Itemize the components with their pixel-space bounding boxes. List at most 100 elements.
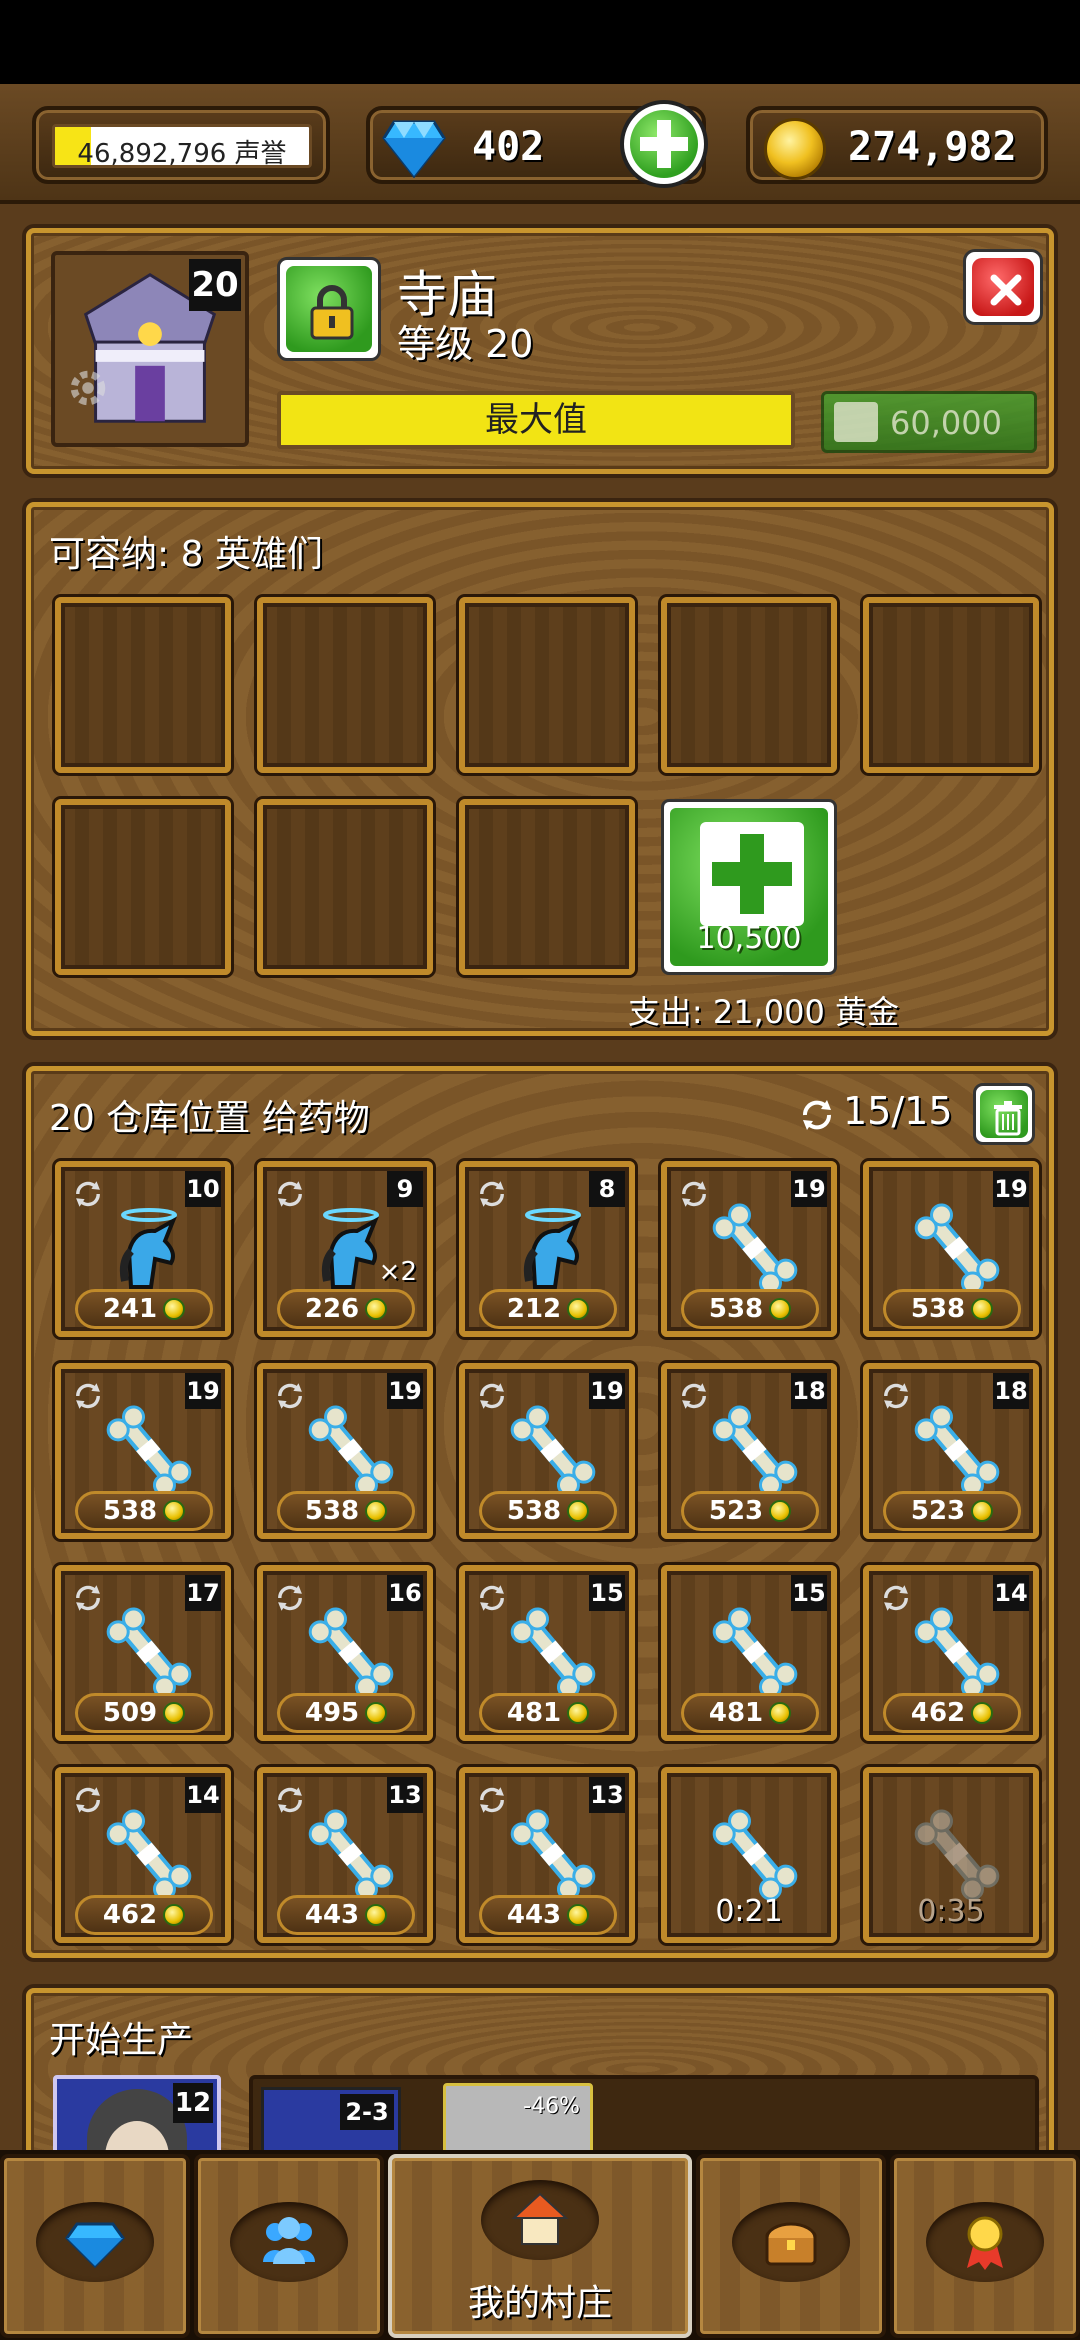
storage-item[interactable]: 15 481 xyxy=(661,1565,837,1741)
refresh-icon[interactable] xyxy=(475,1177,509,1211)
plus-icon xyxy=(834,402,878,442)
nav-tab-inventory[interactable] xyxy=(696,2154,886,2338)
hero-slot[interactable] xyxy=(257,597,433,773)
coin-icon xyxy=(163,1500,186,1522)
coin-icon xyxy=(365,1702,388,1724)
coin-icon xyxy=(163,1298,186,1320)
refresh-icon[interactable] xyxy=(71,1783,105,1817)
item-price-tag: 226 xyxy=(277,1289,415,1329)
storage-item[interactable]: 0:35 xyxy=(863,1767,1039,1943)
coin-icon xyxy=(971,1702,994,1724)
storage-item[interactable]: 9 226 ×2 xyxy=(257,1161,433,1337)
building-thumbnail[interactable]: 20 xyxy=(51,251,249,447)
item-level-badge: 18 xyxy=(791,1373,827,1409)
item-level-badge: 19 xyxy=(387,1373,423,1409)
refresh-icon[interactable] xyxy=(677,1379,711,1413)
hero-capacity-label: 可容纳: 8 英雄们 xyxy=(49,534,323,575)
building-panel: 20 寺庙 等级 20 最大值 60,000 xyxy=(26,228,1054,474)
item-price-tag: 443 xyxy=(277,1895,415,1935)
refresh-icon[interactable] xyxy=(475,1379,509,1413)
storage-item[interactable]: 17 509 xyxy=(55,1565,231,1741)
item-price-tag: 523 xyxy=(681,1491,819,1531)
item-price-tag: 462 xyxy=(75,1895,213,1935)
upgrade-cost: 60,000 xyxy=(890,404,1002,442)
item-level-badge: 16 xyxy=(387,1575,423,1611)
refresh-icon[interactable] xyxy=(475,1783,509,1817)
refresh-icon[interactable] xyxy=(475,1581,509,1615)
storage-counter: 15/15 xyxy=(843,1089,953,1133)
storage-item[interactable]: 18 523 xyxy=(863,1363,1039,1539)
hero-slot[interactable] xyxy=(459,799,635,975)
storage-item[interactable]: 13 443 xyxy=(459,1767,635,1943)
storage-item[interactable]: 0:21 xyxy=(661,1767,837,1943)
item-price: 538 xyxy=(708,1294,764,1324)
close-icon xyxy=(990,274,1022,306)
nav-tab-shop[interactable] xyxy=(0,2154,190,2338)
bone-potion-icon xyxy=(308,1809,394,1901)
coin-icon xyxy=(163,1702,186,1724)
item-price: 523 xyxy=(708,1496,764,1526)
storage-item[interactable]: 19 538 xyxy=(257,1363,433,1539)
coin-icon xyxy=(769,1500,792,1522)
nav-tab-heroes[interactable] xyxy=(194,2154,384,2338)
storage-item[interactable]: 19 538 xyxy=(459,1363,635,1539)
status-strip xyxy=(0,0,1080,84)
storage-item[interactable]: 16 495 xyxy=(257,1565,433,1741)
hero-slot[interactable] xyxy=(661,597,837,773)
item-price: 481 xyxy=(506,1698,562,1728)
trash-button[interactable] xyxy=(973,1083,1035,1145)
bone-potion-icon xyxy=(510,1405,596,1497)
storage-item[interactable]: 14 462 xyxy=(863,1565,1039,1741)
recipe-range: 2-3 xyxy=(340,2094,394,2130)
nav-tab-village[interactable]: 我的村庄 xyxy=(388,2154,692,2338)
storage-item[interactable]: 19 538 xyxy=(661,1161,837,1337)
unicorn-potion-icon xyxy=(523,1208,581,1289)
storage-item[interactable]: 19 538 xyxy=(863,1161,1039,1337)
reputation-value: 46,892,796 声誉 xyxy=(77,139,287,168)
refresh-icon[interactable] xyxy=(273,1783,307,1817)
item-price-tag: 538 xyxy=(479,1491,617,1531)
refresh-icon[interactable] xyxy=(71,1379,105,1413)
item-price-tag: 462 xyxy=(883,1693,1021,1733)
hero-slot[interactable] xyxy=(55,799,231,975)
bone-potion-icon xyxy=(914,1809,1000,1901)
storage-item[interactable]: 19 538 xyxy=(55,1363,231,1539)
refresh-icon[interactable] xyxy=(273,1581,307,1615)
refresh-icon[interactable] xyxy=(273,1177,307,1211)
refresh-icon[interactable] xyxy=(677,1177,711,1211)
refresh-icon[interactable] xyxy=(273,1379,307,1413)
upgrade-button[interactable]: 60,000 xyxy=(821,391,1037,453)
refresh-icon[interactable] xyxy=(71,1177,105,1211)
hero-slot[interactable] xyxy=(863,597,1039,773)
hero-slot[interactable] xyxy=(257,799,433,975)
lock-button[interactable] xyxy=(277,257,381,361)
nav-tab-achievements[interactable] xyxy=(890,2154,1080,2338)
heroes-icon xyxy=(263,2217,315,2264)
hero-slot[interactable] xyxy=(459,597,635,773)
close-button[interactable] xyxy=(963,249,1043,325)
hero-slot[interactable] xyxy=(55,597,231,773)
bone-potion-icon xyxy=(712,1809,798,1901)
max-level-bar: 最大值 xyxy=(277,391,795,449)
storage-heading: 20 仓库位置 给药物 xyxy=(49,1098,370,1139)
coin-icon xyxy=(567,1500,590,1522)
refresh-icon[interactable] xyxy=(879,1379,913,1413)
item-price-tag: 538 xyxy=(75,1491,213,1531)
bone-potion-icon xyxy=(106,1405,192,1497)
storage-item[interactable]: 10 241 xyxy=(55,1161,231,1337)
coin-icon xyxy=(567,1702,590,1724)
add-gems-button[interactable] xyxy=(620,100,708,188)
refresh-icon[interactable] xyxy=(71,1581,105,1615)
storage-item[interactable]: 8 212 xyxy=(459,1161,635,1337)
item-quantity: ×2 xyxy=(378,1257,417,1287)
storage-item[interactable]: 13 443 xyxy=(257,1767,433,1943)
gold-coin-icon xyxy=(764,118,826,180)
storage-item[interactable]: 14 462 xyxy=(55,1767,231,1943)
item-price: 538 xyxy=(304,1496,360,1526)
storage-item[interactable]: 18 523 xyxy=(661,1363,837,1539)
reputation-counter: 46,892,796 声誉 xyxy=(32,106,330,184)
buy-hero-slot-button[interactable]: 10,500 xyxy=(661,799,837,975)
item-price: 523 xyxy=(910,1496,966,1526)
refresh-icon[interactable] xyxy=(879,1581,913,1615)
storage-item[interactable]: 15 481 xyxy=(459,1565,635,1741)
